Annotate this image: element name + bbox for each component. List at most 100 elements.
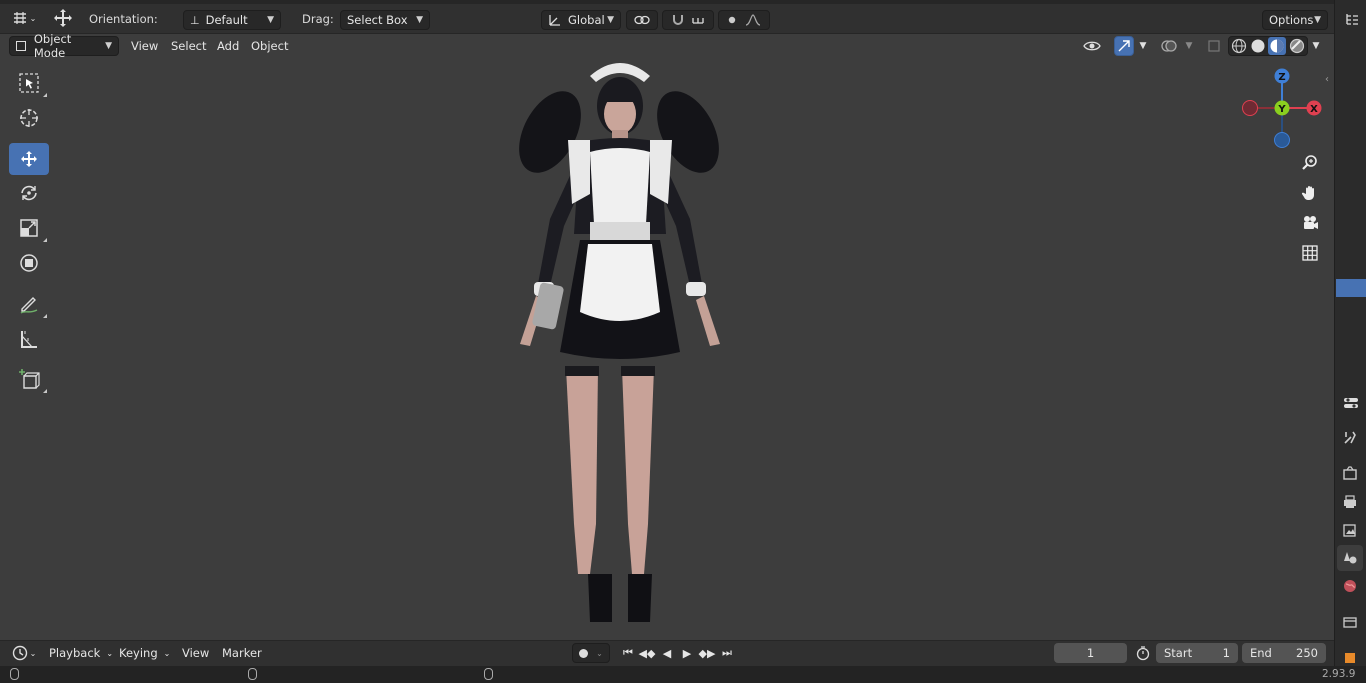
menu-select[interactable]: Select bbox=[168, 37, 209, 55]
move-tool[interactable] bbox=[9, 143, 49, 175]
play-button[interactable]: ▶ bbox=[678, 644, 696, 662]
link-icon bbox=[634, 15, 650, 25]
options-dropdown[interactable]: Options ▼ bbox=[1262, 10, 1328, 30]
prev-keyframe-icon: ◀◆ bbox=[638, 646, 656, 660]
proportional-editing-group[interactable] bbox=[718, 10, 770, 30]
current-frame-field[interactable]: 1 bbox=[1054, 643, 1127, 663]
gizmo-toggle[interactable] bbox=[1114, 36, 1134, 56]
current-frame-value: 1 bbox=[1086, 646, 1095, 660]
jump-start-button[interactable]: ⏮ bbox=[619, 644, 637, 662]
hand-icon bbox=[1301, 186, 1314, 200]
wireframe-shading-icon[interactable] bbox=[1231, 38, 1247, 54]
play-reverse-button[interactable]: ◀ bbox=[658, 644, 676, 662]
visibility-dropdown[interactable] bbox=[1076, 36, 1108, 56]
snapping-group[interactable] bbox=[662, 10, 714, 30]
move-icon bbox=[21, 151, 37, 167]
gizmo-dropdown[interactable]: ▼ bbox=[1134, 36, 1152, 56]
mode-dropdown[interactable]: Object Mode ▼ bbox=[9, 32, 119, 60]
transform-icon bbox=[20, 254, 38, 272]
preview-range-toggle[interactable] bbox=[1133, 643, 1153, 663]
timeline-view-menu[interactable]: View bbox=[179, 644, 212, 662]
chevron-down-icon: ⌄ bbox=[596, 648, 603, 658]
keying-menu[interactable]: Keying ⌄ bbox=[116, 644, 173, 662]
printer-icon bbox=[1344, 495, 1356, 508]
keying-menu-label: Keying bbox=[119, 646, 158, 660]
add-cube-tool[interactable] bbox=[9, 363, 49, 395]
tool-variants-indicator bbox=[43, 93, 47, 97]
gizmo-neg-x[interactable] bbox=[1242, 100, 1258, 116]
start-frame-field[interactable]: Start 1 bbox=[1156, 643, 1238, 663]
menu-add[interactable]: Add bbox=[214, 37, 242, 55]
right-stocking-band bbox=[621, 366, 655, 376]
measure-tool[interactable] bbox=[9, 323, 49, 355]
gizmo-x-label: X bbox=[1310, 104, 1318, 115]
view-layer-properties-tab[interactable] bbox=[1337, 517, 1363, 543]
overlays-toggle[interactable] bbox=[1158, 36, 1180, 56]
menu-view[interactable]: View bbox=[128, 37, 161, 55]
drag-label: Drag: bbox=[302, 12, 334, 26]
overlays-dropdown[interactable]: ▼ bbox=[1180, 36, 1198, 56]
shading-group[interactable] bbox=[1228, 36, 1308, 56]
annotate-tool[interactable] bbox=[9, 288, 49, 320]
outliner-editor-type-button[interactable] bbox=[1342, 9, 1362, 29]
perspective-toggle-button[interactable] bbox=[1298, 241, 1322, 265]
gizmo-neg-z[interactable] bbox=[1274, 132, 1290, 148]
xray-icon bbox=[1208, 40, 1220, 52]
pan-button[interactable] bbox=[1298, 181, 1322, 205]
output-properties-tab[interactable] bbox=[1337, 489, 1363, 515]
sidebar-toggle[interactable]: ‹ bbox=[1322, 72, 1332, 86]
cursor-tool[interactable] bbox=[9, 102, 49, 134]
solid-shading-icon[interactable] bbox=[1250, 38, 1266, 54]
transform-tool[interactable] bbox=[9, 247, 49, 279]
chevron-down-icon: ▼ bbox=[416, 15, 423, 25]
move-tool-header-button[interactable] bbox=[50, 8, 76, 28]
shading-dropdown[interactable]: ▼ bbox=[1308, 36, 1324, 56]
rendered-shading-icon[interactable] bbox=[1289, 38, 1305, 54]
right-leg bbox=[622, 368, 654, 574]
transform-orientation-dropdown[interactable]: Global ▼ bbox=[541, 10, 621, 30]
xray-toggle[interactable] bbox=[1204, 36, 1224, 56]
tool-properties-tab[interactable] bbox=[1337, 425, 1363, 451]
collection-box-icon bbox=[1343, 617, 1357, 628]
scene-properties-tab[interactable] bbox=[1337, 545, 1363, 571]
start-label: Start bbox=[1164, 646, 1193, 660]
rotate-icon bbox=[21, 185, 37, 201]
jump-end-button[interactable]: ⏭ bbox=[718, 644, 736, 662]
properties-editor-type-button[interactable] bbox=[1339, 393, 1363, 413]
select-box-tool[interactable] bbox=[9, 67, 49, 99]
next-keyframe-button[interactable]: ◆▶ bbox=[698, 644, 716, 662]
orientation-dropdown[interactable]: ⊥ Default ▼ bbox=[183, 10, 281, 30]
apron-bib bbox=[590, 148, 650, 224]
auto-keying-group[interactable]: ⌄ bbox=[572, 643, 610, 663]
scale-tool[interactable] bbox=[9, 212, 49, 244]
timeline-editor-type-button[interactable]: ⌄ bbox=[8, 643, 40, 663]
zoom-button[interactable] bbox=[1298, 151, 1322, 175]
end-frame-field[interactable]: End 250 bbox=[1242, 643, 1326, 663]
bangs bbox=[603, 90, 637, 102]
mode-value: Object Mode bbox=[33, 32, 72, 60]
chevron-down-icon: ▼ bbox=[1139, 41, 1147, 51]
rotate-tool[interactable] bbox=[9, 177, 49, 209]
collection-properties-tab[interactable] bbox=[1337, 609, 1363, 635]
overlays-icon bbox=[1161, 40, 1177, 52]
menu-object[interactable]: Object bbox=[248, 37, 291, 55]
jump-start-icon: ⏮ bbox=[623, 646, 633, 659]
playback-menu[interactable]: Playback ⌄ bbox=[46, 644, 116, 662]
material-preview-icon bbox=[1270, 39, 1284, 53]
maid-character-model[interactable] bbox=[440, 44, 800, 629]
orientation-icon: ⊥ bbox=[190, 13, 200, 27]
world-properties-tab[interactable] bbox=[1337, 573, 1363, 599]
camera-view-button[interactable] bbox=[1298, 211, 1322, 235]
outliner-selected-row[interactable] bbox=[1336, 279, 1366, 297]
chevron-down-icon: ▼ bbox=[1314, 15, 1321, 25]
drag-dropdown[interactable]: Select Box ▼ bbox=[340, 10, 430, 30]
navigation-gizmo[interactable]: Z X Y bbox=[1238, 66, 1326, 152]
prev-keyframe-button[interactable]: ◀◆ bbox=[638, 644, 656, 662]
record-icon[interactable] bbox=[579, 648, 589, 658]
material-preview-shading-button[interactable] bbox=[1268, 37, 1287, 55]
tool-variants-indicator bbox=[43, 238, 47, 242]
render-properties-tab[interactable] bbox=[1337, 460, 1363, 486]
editor-type-button[interactable]: ⌄ bbox=[8, 8, 40, 28]
marker-menu[interactable]: Marker bbox=[219, 644, 265, 662]
pivot-point-dropdown[interactable] bbox=[626, 10, 658, 30]
